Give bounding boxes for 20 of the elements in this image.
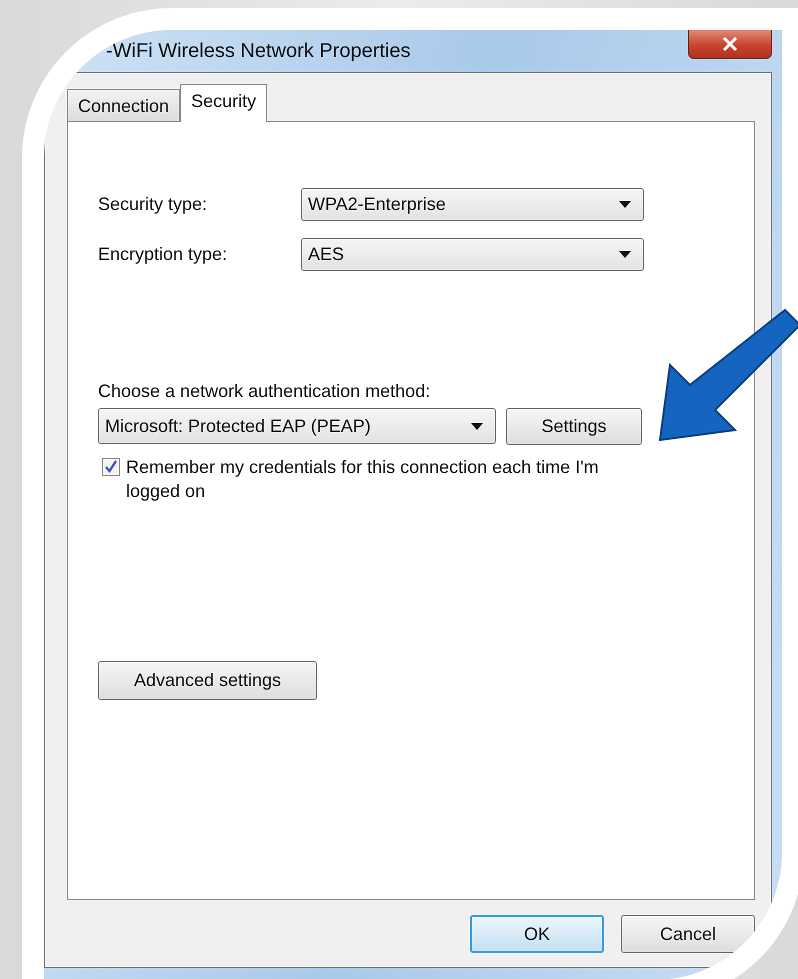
auth-method-label: Choose a network authentication method:: [98, 381, 432, 402]
window-title: -WiFi Wireless Network Properties: [106, 40, 410, 62]
field-label: Security type:: [98, 194, 208, 215]
checkbox-label: Remember my credentials for this connection each time I'm logged on: [126, 456, 600, 503]
close-button[interactable]: [688, 30, 772, 59]
close-icon: [721, 37, 739, 51]
field-label: Encryption type:: [98, 244, 228, 265]
dropdown-arrow-icon: [619, 251, 631, 258]
tab[interactable]: Security: [180, 84, 268, 122]
dropdown-arrow-icon: [619, 201, 631, 208]
dialog-button[interactable]: OK: [470, 915, 604, 953]
tab[interactable]: Connection: [67, 89, 180, 121]
dropdown[interactable]: WPA2-Enterprise: [301, 188, 644, 221]
dropdown[interactable]: AES: [301, 238, 644, 271]
dialog-button[interactable]: Cancel: [621, 915, 755, 953]
dropdown-arrow-icon: [471, 422, 483, 430]
auth-method-dropdown[interactable]: Microsoft: Protected EAP (PEAP): [98, 408, 496, 444]
settings-button[interactable]: Settings: [506, 408, 642, 445]
checkbox[interactable]: [102, 458, 120, 476]
advanced-settings-button[interactable]: Advanced settings: [98, 661, 317, 700]
